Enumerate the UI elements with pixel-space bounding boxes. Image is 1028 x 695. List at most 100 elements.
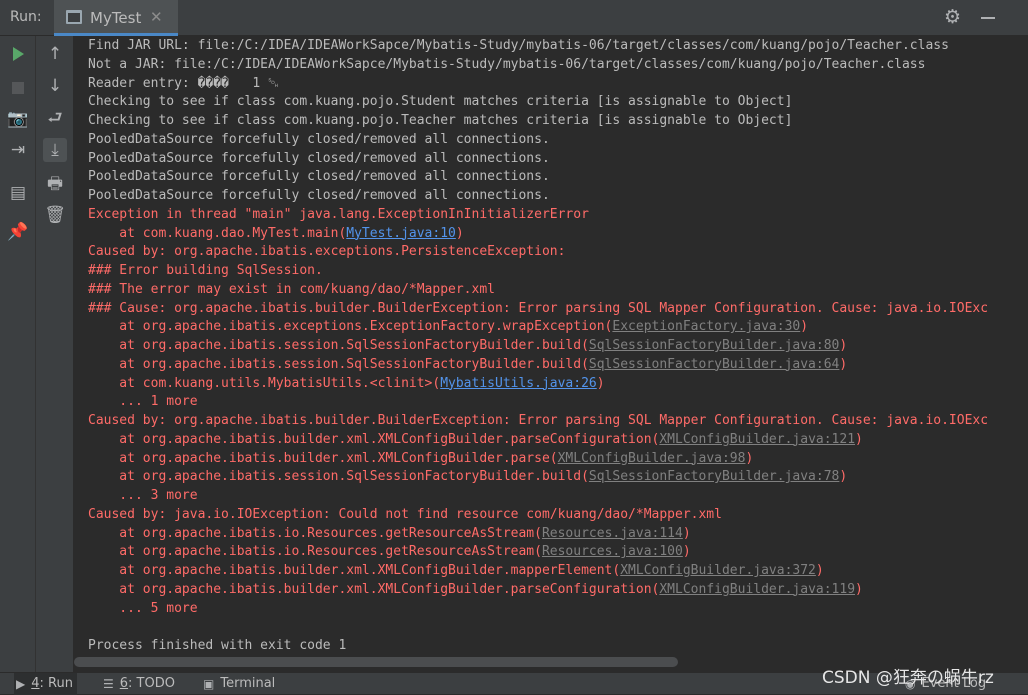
print-icon[interactable]: 🖶 [43, 173, 67, 197]
console-line: Process finished with exit code 1 [88, 637, 988, 656]
console-line: at org.apache.ibatis.io.Resources.getRes… [88, 543, 988, 562]
tab-run-icon: ▶ [16, 677, 26, 691]
source-link[interactable]: XMLConfigBuilder.java:121 [659, 432, 855, 447]
console-line-text: Caused by: org.apache.ibatis.builder.Bui… [88, 413, 989, 428]
console-line: Checking to see if class com.kuang.pojo.… [88, 93, 988, 112]
console-line: Caused by: org.apache.ibatis.exceptions.… [88, 243, 988, 262]
source-link[interactable]: XMLConfigBuilder.java:119 [659, 582, 855, 597]
console-line-suffix: ) [682, 525, 691, 541]
restore-layout-icon[interactable]: ⇥ [6, 138, 30, 162]
console-line-text: PooledDataSource forcefully closed/remov… [88, 131, 550, 147]
layout-icon[interactable]: ▤ [6, 181, 30, 205]
run-actions-toolbar: 📷 ⇥ ▤ 📌 [0, 36, 36, 672]
scroll-up-icon[interactable]: ↑ [43, 42, 67, 66]
console-line: PooledDataSource forcefully closed/remov… [88, 150, 988, 169]
console-line: Caused by: java.io.IOException: Could no… [88, 506, 988, 525]
clear-all-icon[interactable]: 🗑 [43, 203, 67, 227]
horizontal-scrollbar[interactable] [74, 657, 678, 667]
console-line-text: ### Error building SqlSession. [88, 263, 323, 278]
tab-mytest[interactable]: MyTest ✕ [54, 0, 178, 36]
source-link[interactable]: SqlSessionFactoryBuilder.java:64 [589, 357, 839, 372]
source-link[interactable]: MyTest.java:10 [346, 226, 456, 241]
console-line: Not a JAR: file:/C:/IDEA/IDEAWorkSapce/M… [88, 56, 988, 75]
console-line-text: at org.apache.ibatis.session.SqlSessionF… [88, 469, 589, 485]
console-line-suffix: ) [455, 225, 464, 241]
source-link[interactable]: MybatisUtils.java:26 [440, 376, 597, 391]
console-line-suffix: ) [682, 544, 691, 560]
stop-icon[interactable] [6, 76, 30, 100]
tab-run[interactable]: ▶ 4: Run [14, 673, 77, 695]
scroll-down-icon[interactable]: ↓ [43, 74, 67, 98]
tab-terminal[interactable]: ▣ Terminal [201, 673, 279, 695]
gear-icon[interactable]: ⚙ [944, 6, 961, 28]
console-line: at org.apache.ibatis.session.SqlSessionF… [88, 356, 988, 375]
console-line-text: Reader entry: ���� 1 ␁ [88, 75, 279, 91]
source-link[interactable]: SqlSessionFactoryBuilder.java:78 [589, 469, 839, 484]
soft-wrap-icon[interactable]: ⮐ [43, 107, 67, 131]
run-toolwindow-header: Run: MyTest ✕ ⚙ [0, 0, 1028, 36]
console-line: ... 1 more [88, 393, 988, 412]
close-icon[interactable]: ✕ [150, 8, 163, 26]
minimize-icon[interactable] [981, 17, 995, 19]
console-line-text: Exception in thread "main" java.lang.Exc… [88, 206, 589, 222]
console-line-text: at com.kuang.dao.MyTest.main( [88, 225, 347, 241]
tab-terminal-label: Terminal [220, 676, 276, 691]
console-line-text: at org.apache.ibatis.builder.xml.XMLConf… [88, 581, 660, 597]
rerun-icon[interactable] [6, 42, 30, 66]
console-line: Exception in thread "main" java.lang.Exc… [88, 206, 988, 225]
watermark: CSDN @狂奔の蜗牛rz [822, 668, 994, 688]
tab-todo[interactable]: ☰ 6: TODO [101, 673, 179, 695]
source-link[interactable]: XMLConfigBuilder.java:372 [620, 563, 816, 578]
tab-terminal-icon: ▣ [203, 677, 215, 691]
console-line-text: at org.apache.ibatis.builder.xml.XMLConf… [88, 431, 660, 447]
console-line: PooledDataSource forcefully closed/remov… [88, 187, 988, 206]
tab-title: MyTest [90, 9, 142, 27]
console-line-text: Not a JAR: file:/C:/IDEA/IDEAWorkSapce/M… [88, 56, 926, 72]
console-lines: Find JAR URL: file:/C:/IDEA/IDEAWorkSapc… [88, 37, 988, 656]
console-line-text: ... 3 more [88, 488, 198, 503]
console-line: at org.apache.ibatis.builder.xml.XMLConf… [88, 562, 988, 581]
console-line-suffix: ) [855, 581, 863, 597]
console-icon [66, 10, 82, 24]
console-line-text: at org.apache.ibatis.io.Resources.getRes… [88, 525, 542, 541]
console-line-suffix: ) [839, 338, 848, 353]
console-line-text: at com.kuang.utils.MybatisUtils.<clinit>… [88, 375, 441, 391]
console-line-suffix: ) [800, 319, 809, 335]
console-line: at org.apache.ibatis.builder.xml.XMLConf… [88, 431, 988, 450]
console-line: Find JAR URL: file:/C:/IDEA/IDEAWorkSapc… [88, 37, 988, 56]
console-line: at com.kuang.dao.MyTest.main(MyTest.java… [88, 225, 988, 244]
scroll-to-end-icon[interactable]: ⤓ [43, 138, 67, 162]
console-line-suffix: ) [839, 469, 848, 485]
console-line-text: Checking to see if class com.kuang.pojo.… [88, 94, 793, 110]
console-line: ### Error building SqlSession. [88, 262, 988, 281]
tab-todo-label: : TODO [128, 676, 175, 691]
pin-icon[interactable]: 📌 [6, 220, 30, 244]
tab-todo-icon: ☰ [103, 677, 114, 691]
source-link[interactable]: SqlSessionFactoryBuilder.java:80 [589, 338, 839, 353]
source-link[interactable]: Resources.java:114 [542, 526, 683, 541]
console-line: PooledDataSource forcefully closed/remov… [88, 131, 988, 150]
console-line: ... 3 more [88, 487, 988, 506]
console-line: Checking to see if class com.kuang.pojo.… [88, 112, 988, 131]
console-line-suffix: ) [839, 356, 848, 372]
console-line: at com.kuang.utils.MybatisUtils.<clinit>… [88, 375, 988, 394]
console-line-text: at org.apache.ibatis.io.Resources.getRes… [88, 544, 542, 560]
console-line: Caused by: org.apache.ibatis.builder.Bui… [88, 412, 988, 431]
console-line: at org.apache.ibatis.exceptions.Exceptio… [88, 318, 988, 337]
console-line: at org.apache.ibatis.builder.xml.XMLConf… [88, 581, 988, 600]
console-line: at org.apache.ibatis.builder.xml.XMLConf… [88, 450, 988, 469]
console-line: PooledDataSource forcefully closed/remov… [88, 168, 988, 187]
console-line-text: PooledDataSource forcefully closed/remov… [88, 188, 550, 203]
source-link[interactable]: Resources.java:100 [542, 544, 683, 559]
console-line-text: at org.apache.ibatis.builder.xml.XMLConf… [88, 563, 621, 578]
console-output[interactable]: Find JAR URL: file:/C:/IDEA/IDEAWorkSapc… [74, 36, 1028, 656]
source-link[interactable]: XMLConfigBuilder.java:98 [558, 451, 746, 466]
console-line-text: ... 1 more [88, 394, 198, 410]
console-line-suffix: ) [815, 563, 824, 578]
console-line-text: Process finished with exit code 1 [88, 638, 347, 653]
camera-icon[interactable]: 📷 [6, 107, 30, 131]
source-link[interactable]: ExceptionFactory.java:30 [612, 319, 800, 334]
console-line-text: PooledDataSource forcefully closed/remov… [88, 169, 550, 185]
console-line: ... 5 more [88, 600, 988, 619]
console-line-text: ... 5 more [88, 600, 198, 616]
